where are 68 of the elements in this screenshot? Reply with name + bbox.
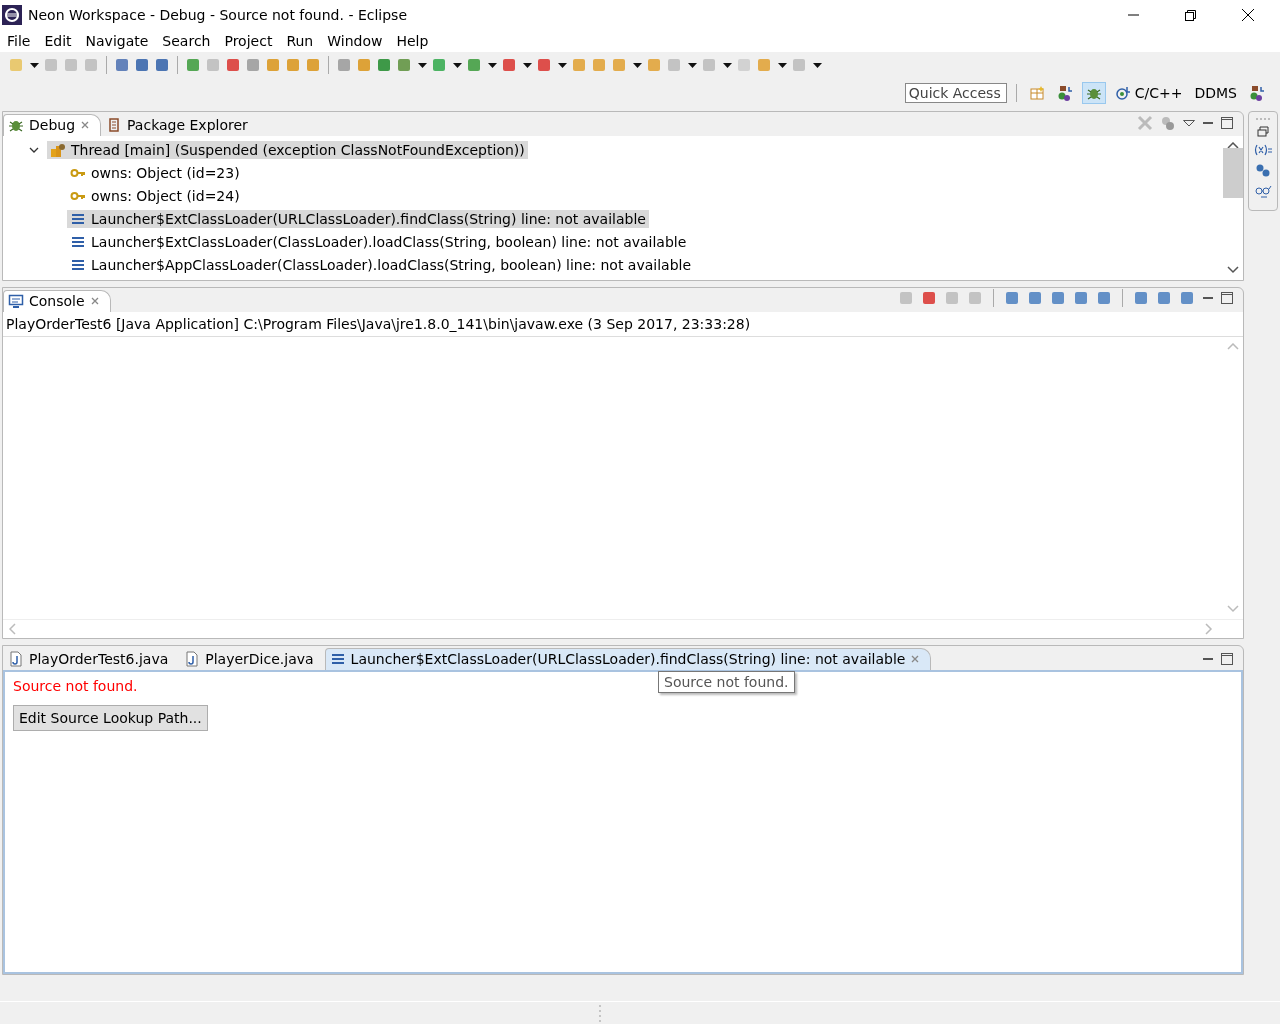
view-tab[interactable]: Console [3,290,111,312]
view-menu-icon[interactable] [1183,119,1195,127]
minimize-icon[interactable] [1202,295,1214,301]
java-file-icon [184,651,201,667]
scroll-up-icon[interactable] [1227,142,1239,150]
java-perspective-icon[interactable] [1056,85,1073,101]
menu-item[interactable]: File [7,33,31,49]
menu-item[interactable]: Help [396,33,429,49]
tree-item[interactable]: Launcher$ExtClassLoader(URLClassLoader).findClass(String) line: not available [67,209,649,228]
process-label: PlayOrderTest6 [Java Application] C:\Program Files\Java\jre1.8.0_141\bin\javaw.exe (3 Sep 2017, 23:33:28) [3,312,1243,337]
dropdown-arrow-icon[interactable] [418,62,427,68]
java-perspective-icon[interactable] [1249,85,1265,101]
view-tab[interactable]: Debug [3,114,102,136]
dropdown-arrow-icon[interactable] [688,62,697,68]
tree-item[interactable]: owns: Object (id=23) [67,163,243,182]
perspective-button[interactable]: DDMS [1191,83,1240,103]
java-file-icon [8,651,24,667]
minimize-icon[interactable] [1202,120,1214,126]
tooltip: Source not found. [658,671,795,693]
close-icon[interactable] [1242,9,1254,21]
error-message: Source not found. [13,678,138,694]
scrollbar-thumb[interactable] [1223,148,1243,198]
restore-icon[interactable] [1257,126,1269,137]
menu-item[interactable]: Search [162,33,211,49]
dropdown-arrow-icon[interactable] [778,62,787,68]
dropdown-arrow-icon[interactable] [453,62,462,68]
menu-item[interactable]: Project [224,33,273,49]
perspective-button[interactable]: C/C++ [1111,83,1186,103]
quick-access-field[interactable]: Quick Access [904,83,1007,103]
menu-item[interactable]: Run [286,33,314,49]
thread-icon [50,141,66,158]
variables-icon[interactable] [1254,143,1272,157]
remove-terminated-icon[interactable] [1137,115,1153,131]
c-perspective-icon [1114,85,1131,101]
view-tab[interactable]: Launcher$ExtClassLoader(URLClassLoader).findClass(String) line: not available [324,648,932,670]
tree-item[interactable]: Launcher$ExtClassLoader(ClassLoader).loadClass(String, boolean) line: not available [67,232,690,251]
tree-item[interactable]: owns: Object (id=24) [67,186,243,205]
edit-lookup-path-button[interactable]: Edit Source Lookup Path... [13,705,208,731]
dropdown-arrow-icon[interactable] [488,62,497,68]
dropdown-arrow-icon[interactable] [633,62,642,68]
menu-item[interactable]: Edit [44,33,72,49]
tree-item[interactable]: Thread [main] (Suspended (exception ClassNotFoundException)) [47,140,528,159]
window-title: Neon Workspace - Debug - Source not found. - Eclipse [28,7,408,23]
dropdown-arrow-icon[interactable] [30,62,39,68]
view-tab[interactable]: PlayerDice.java [179,648,325,670]
stack-frame-icon [329,651,346,667]
console-icon [8,293,24,309]
scroll-left-icon[interactable] [9,623,17,635]
tree-item[interactable]: Launcher$AppClassLoader(ClassLoader).loadClass(String, boolean) line: not available [67,255,695,274]
dropdown-arrow-icon[interactable] [558,62,567,68]
dropdown-arrow-icon[interactable] [723,62,732,68]
maximize-icon[interactable] [1221,117,1233,129]
threads-icon[interactable] [1160,115,1176,131]
maximize-icon[interactable] [1221,653,1233,665]
breakpoints-icon[interactable] [1255,163,1271,178]
open-perspective-icon[interactable] [1028,85,1045,101]
dropdown-arrow-icon[interactable] [523,62,532,68]
scroll-down-icon[interactable] [1227,266,1239,274]
menu-item[interactable]: Window [327,33,383,49]
menu-item[interactable]: Navigate [85,33,149,49]
scroll-right-icon[interactable] [1205,623,1213,635]
maximize-icon[interactable] [1221,292,1233,304]
expressions-icon[interactable] [1254,184,1272,199]
dropdown-arrow-icon[interactable] [813,62,822,68]
minimize-icon[interactable] [1202,656,1214,662]
view-tab[interactable]: Package Explorer [101,114,259,136]
maximize-icon[interactable] [1185,9,1196,21]
view-tab[interactable]: PlayOrderTest6.java [3,648,180,670]
